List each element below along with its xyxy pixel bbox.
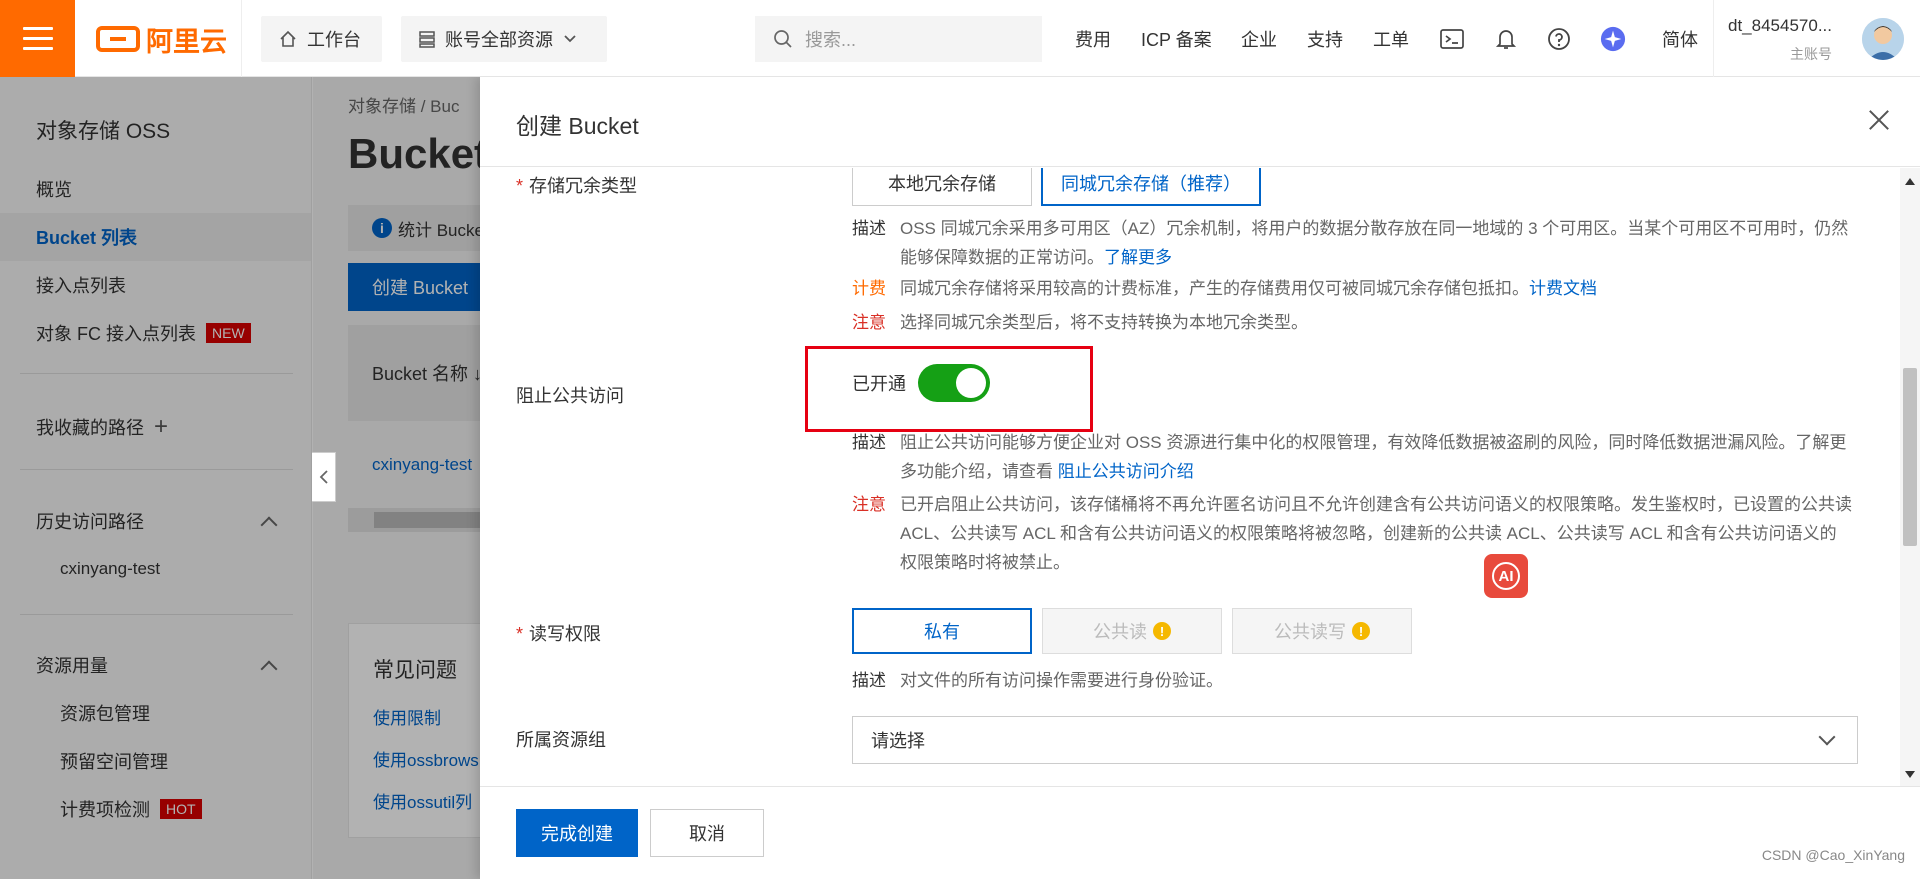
acl-option-private[interactable]: 私有 — [852, 608, 1032, 654]
nav-enterprise[interactable]: 企业 — [1241, 0, 1277, 77]
search-placeholder: 搜索... — [805, 30, 857, 50]
warning-icon: ! — [1153, 622, 1171, 640]
ai-label: AI — [1492, 562, 1520, 590]
help-icon[interactable] — [1546, 26, 1572, 52]
drawer-title: 创建 Bucket — [516, 113, 639, 139]
drawer-header: 创建 Bucket — [480, 77, 1920, 167]
hamburger-menu-button[interactable] — [0, 0, 75, 77]
note-key: 注意 — [852, 495, 886, 514]
avatar[interactable] — [1862, 18, 1904, 60]
public-access-intro-link[interactable]: 阻止公共访问介绍 — [1058, 462, 1194, 481]
scroll-down-arrow-icon[interactable] — [1905, 771, 1915, 778]
resource-group-select[interactable]: 请选择 — [852, 716, 1858, 764]
desc-text: 对文件的所有访问操作需要进行身份验证。 — [900, 671, 1223, 690]
user-info[interactable]: dt_8454570... 主账号 — [1728, 16, 1832, 62]
fee-key: 计费 — [852, 279, 886, 298]
desc-key: 描述 — [852, 219, 886, 238]
modal-overlay[interactable] — [0, 77, 480, 879]
desc-key: 描述 — [852, 671, 886, 690]
workbench-label: 工作台 — [307, 30, 361, 50]
warning-icon: ! — [1352, 622, 1370, 640]
workbench-button[interactable]: 工作台 — [261, 16, 382, 62]
drawer-vertical-scrollbar[interactable] — [1900, 168, 1920, 786]
public-access-description: 描述 阻止公共访问能够方便企业对 OSS 资源进行集中化的权限管理，有效降低数据… — [852, 428, 1852, 486]
top-navigation-bar: 阿里云 工作台 账号全部资源 搜索... 费用 ICP 备案 企业 支持 工单 … — [0, 0, 1920, 77]
sidebar-collapse-button[interactable] — [312, 452, 336, 502]
ai-assistant-icon[interactable] — [1600, 26, 1626, 52]
aliyun-logo[interactable]: 阿里云 — [96, 24, 227, 57]
scroll-up-arrow-icon[interactable] — [1905, 178, 1915, 185]
cancel-button[interactable]: 取消 — [650, 809, 764, 857]
fee-text: 同城冗余存储将采用较高的计费标准，产生的存储费用仅可被同城冗余存储包抵扣。 — [900, 279, 1529, 298]
ai-floating-button[interactable]: AI — [1484, 554, 1528, 598]
logo-text: 阿里云 — [146, 26, 227, 57]
nav-ticket[interactable]: 工单 — [1373, 0, 1409, 77]
redundancy-option-zrs[interactable]: 同城冗余存储（推荐） — [1041, 168, 1261, 206]
redundancy-note: 注意 选择同城冗余类型后，将不支持转换为本地冗余类型。 — [852, 308, 1852, 337]
learn-more-link[interactable]: 了解更多 — [1104, 248, 1172, 267]
acl-description: 描述 对文件的所有访问操作需要进行身份验证。 — [852, 666, 1852, 695]
stack-icon — [419, 31, 435, 48]
language-switch[interactable]: 简体 — [1662, 0, 1698, 77]
chevron-down-icon — [564, 35, 576, 43]
redundancy-option-lrs[interactable]: 本地冗余存储 — [852, 168, 1032, 206]
resource-group-label: 所属资源组 — [516, 730, 606, 750]
redundancy-description: 描述 OSS 同城冗余采用多可用区（AZ）冗余机制，将用户的数据分散存放在同一地… — [852, 214, 1852, 272]
desc-key: 描述 — [852, 433, 886, 452]
desc-text: OSS 同城冗余采用多可用区（AZ）冗余机制，将用户的数据分散存放在同一地域的 … — [900, 219, 1849, 267]
drawer-body: * 存储冗余类型 本地冗余存储 同城冗余存储（推荐） 描述 OSS 同城冗余采用多… — [480, 168, 1920, 786]
chevron-down-icon — [1818, 728, 1836, 746]
acl-option-public-read-write[interactable]: 公共读写! — [1232, 608, 1412, 654]
search-icon — [774, 30, 792, 48]
watermark: CSDN @Cao_XinYang — [1761, 847, 1905, 863]
nav-icp[interactable]: ICP 备案 — [1141, 0, 1212, 77]
redundancy-label: * 存储冗余类型 — [516, 176, 638, 196]
select-placeholder: 请选择 — [871, 731, 925, 751]
bell-icon[interactable] — [1493, 26, 1519, 52]
acl-option-label: 公共读写 — [1274, 622, 1346, 642]
redundancy-fee: 计费 同城冗余存储将采用较高的计费标准，产生的存储费用仅可被同城冗余存储包抵扣。… — [852, 274, 1852, 303]
desc-text: 阻止公共访问能够方便企业对 OSS 资源进行集中化的权限管理，有效降低数据被盗刷… — [900, 433, 1847, 481]
chevron-left-icon — [319, 470, 328, 484]
resource-scope-label: 账号全部资源 — [445, 30, 553, 50]
note-text: 选择同城冗余类型后，将不支持转换为本地冗余类型。 — [900, 313, 1308, 332]
close-icon[interactable] — [1868, 109, 1890, 131]
scrollbar-thumb[interactable] — [1903, 368, 1917, 546]
home-icon — [280, 30, 296, 47]
public-access-label: 阻止公共访问 — [516, 386, 624, 406]
acl-label: * 读写权限 — [516, 624, 602, 644]
create-bucket-drawer: 创建 Bucket * 存储冗余类型 本地冗余存储 同城冗余存储（推荐） 描述 O… — [480, 77, 1920, 879]
divider — [241, 0, 242, 77]
public-access-note: 注意 已开启阻止公共访问，该存储桶将不再允许匿名访问且不允许创建含有公共访问语义… — [852, 490, 1852, 577]
account-type: 主账号 — [1789, 46, 1832, 62]
nav-support[interactable]: 支持 — [1307, 0, 1343, 77]
terminal-icon[interactable] — [1439, 26, 1465, 52]
acl-option-public-read[interactable]: 公共读! — [1042, 608, 1222, 654]
submit-create-button[interactable]: 完成创建 — [516, 809, 638, 857]
username: dt_8454570... — [1728, 16, 1832, 35]
nav-fees[interactable]: 费用 — [1075, 0, 1111, 77]
note-key: 注意 — [852, 313, 886, 332]
aliyun-logo-mark — [96, 26, 140, 52]
acl-option-label: 公共读 — [1093, 622, 1147, 642]
resource-scope-dropdown[interactable]: 账号全部资源 — [401, 16, 607, 62]
drawer-footer: 完成创建 取消 CSDN @Cao_XinYang — [480, 786, 1920, 879]
note-text: 已开启阻止公共访问，该存储桶将不再允许匿名访问且不允许创建含有公共访问语义的权限… — [900, 495, 1852, 572]
global-search-input[interactable]: 搜索... — [755, 16, 1042, 62]
divider — [1713, 0, 1714, 77]
highlight-box — [805, 346, 1093, 432]
fee-doc-link[interactable]: 计费文档 — [1529, 279, 1597, 298]
